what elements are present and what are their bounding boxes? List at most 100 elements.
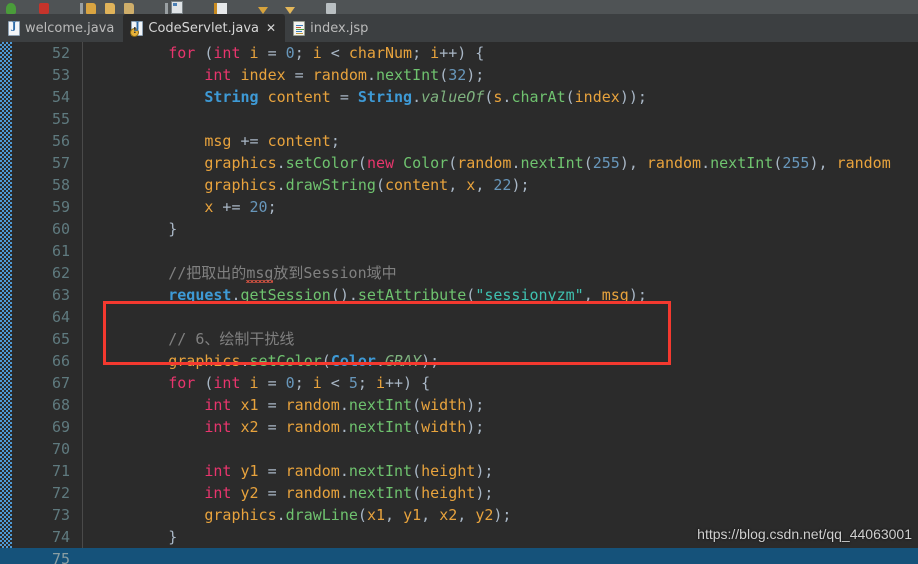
code-editor[interactable]: 52 for (int i = 0; i < charNum; i++) {53… [0,42,918,564]
code-token: int [204,484,232,502]
code-token: = [330,88,358,106]
code-token: height [421,484,476,502]
tab-codeservlet-java[interactable]: CodeServlet.java ✕ [123,14,286,42]
code-line[interactable]: 67 for (int i = 0; i < 5; i++) { [0,372,918,394]
code-token: height [421,462,476,480]
line-number: 60 [51,220,70,238]
folder-open-icon[interactable] [86,3,96,14]
code-lines[interactable]: 52 for (int i = 0; i < charNum; i++) {53… [0,42,918,564]
bookmark-icon[interactable] [214,3,227,14]
arrow-down-yellow-icon[interactable] [258,7,268,14]
code-line[interactable]: 59 x += 20; [0,196,918,218]
code-token: ( [412,484,422,502]
code-token: 放到Session域中 [273,264,397,282]
line-number: 68 [51,396,70,414]
code-line[interactable]: 71 int y1 = random.nextInt(height); [0,460,918,482]
code-token: int [213,44,241,62]
run-green-icon[interactable] [6,3,16,14]
code-token: ( [412,462,422,480]
code-line[interactable]: 63 request.getSession().setAttribute("se… [0,284,918,306]
code-token: msg [246,264,274,282]
code-token: . [366,66,376,84]
line-number: 66 [51,352,70,370]
code-token: 255 [782,154,810,172]
code-line[interactable]: 54 String content = String.valueOf(s.cha… [0,86,918,108]
line-text: // 6、绘制干扰线 [96,328,294,350]
code-line[interactable]: 66 graphics.setColor(Color.GRAY); [0,350,918,372]
code-token: ( [375,176,385,194]
line-text: graphics.setColor(new Color(random.nextI… [96,152,890,174]
code-token: = [285,66,313,84]
main-toolbar[interactable] [0,0,918,14]
code-line[interactable]: 62 //把取出的msg放到Session域中 [0,262,918,284]
folder-icon[interactable] [105,3,115,14]
stop-red-icon[interactable] [39,3,49,14]
grey-tool-icon[interactable] [326,3,336,14]
folder-small-icon[interactable] [124,3,134,14]
tab-index-jsp[interactable]: index.jsp [285,14,377,42]
arrow-down-yellow2-icon[interactable] [285,7,295,14]
code-token: ( [439,66,449,84]
code-token: nextInt [348,396,413,414]
code-token: , [385,506,404,524]
close-icon[interactable]: ✕ [266,22,276,34]
code-token: ( [357,506,367,524]
code-token: i [430,44,440,62]
line-number: 58 [51,176,70,194]
code-token: "sessionyzm" [475,286,584,304]
code-line[interactable]: 75 [0,548,918,564]
code-token: = [258,462,286,480]
line-number: 64 [51,308,70,326]
code-line[interactable]: 56 msg += content; [0,130,918,152]
code-line[interactable]: 72 int y2 = random.nextInt(height); [0,482,918,504]
code-token: 0 [285,374,295,392]
code-token: += [213,198,250,216]
line-number: 53 [51,66,70,84]
code-line[interactable]: 60 } [0,218,918,240]
code-token: ); [466,418,485,436]
watermark-text: https://blog.csdn.net/qq_44063001 [697,526,912,542]
code-line[interactable]: 73 graphics.drawLine(x1, y1, x2, y2); [0,504,918,526]
code-token: . [240,352,250,370]
line-number: 55 [51,110,70,128]
code-token: i [375,374,385,392]
code-line[interactable]: 61 [0,240,918,262]
line-text: msg += content; [96,130,339,152]
code-token: ( [412,418,422,436]
code-token: x2 [240,418,259,436]
code-line[interactable]: 65 // 6、绘制干扰线 [0,328,918,350]
line-number: 61 [51,242,70,260]
code-token: < [321,44,349,62]
code-line[interactable]: 52 for (int i = 0; i < charNum; i++) { [0,42,918,64]
line-text: x += 20; [96,196,276,218]
code-token: . [231,286,241,304]
code-line[interactable]: 58 graphics.drawString(content, x, 22); [0,174,918,196]
code-line[interactable]: 69 int x2 = random.nextInt(width); [0,416,918,438]
java-file-warning-icon [130,20,144,37]
code-token: setColor [285,154,358,172]
code-line[interactable]: 53 int index = random.nextInt(32); [0,64,918,86]
code-token: . [339,484,349,502]
line-text: graphics.drawLine(x1, y1, x2, y2); [96,504,511,526]
code-line[interactable]: 70 [0,438,918,460]
code-line[interactable]: 64 [0,306,918,328]
editor-tab-bar: welcome.java CodeServlet.java ✕ index.js… [0,14,918,42]
code-line[interactable]: 68 int x1 = random.nextInt(width); [0,394,918,416]
code-token: String [357,88,413,106]
code-line[interactable]: 57 graphics.setColor(new Color(random.ne… [0,152,918,174]
jsp-file-icon [293,20,306,36]
code-token: int [204,396,232,414]
tab-welcome-java[interactable]: welcome.java [0,14,123,42]
window-icon[interactable] [171,1,183,14]
code-line[interactable]: 55 [0,108,918,130]
